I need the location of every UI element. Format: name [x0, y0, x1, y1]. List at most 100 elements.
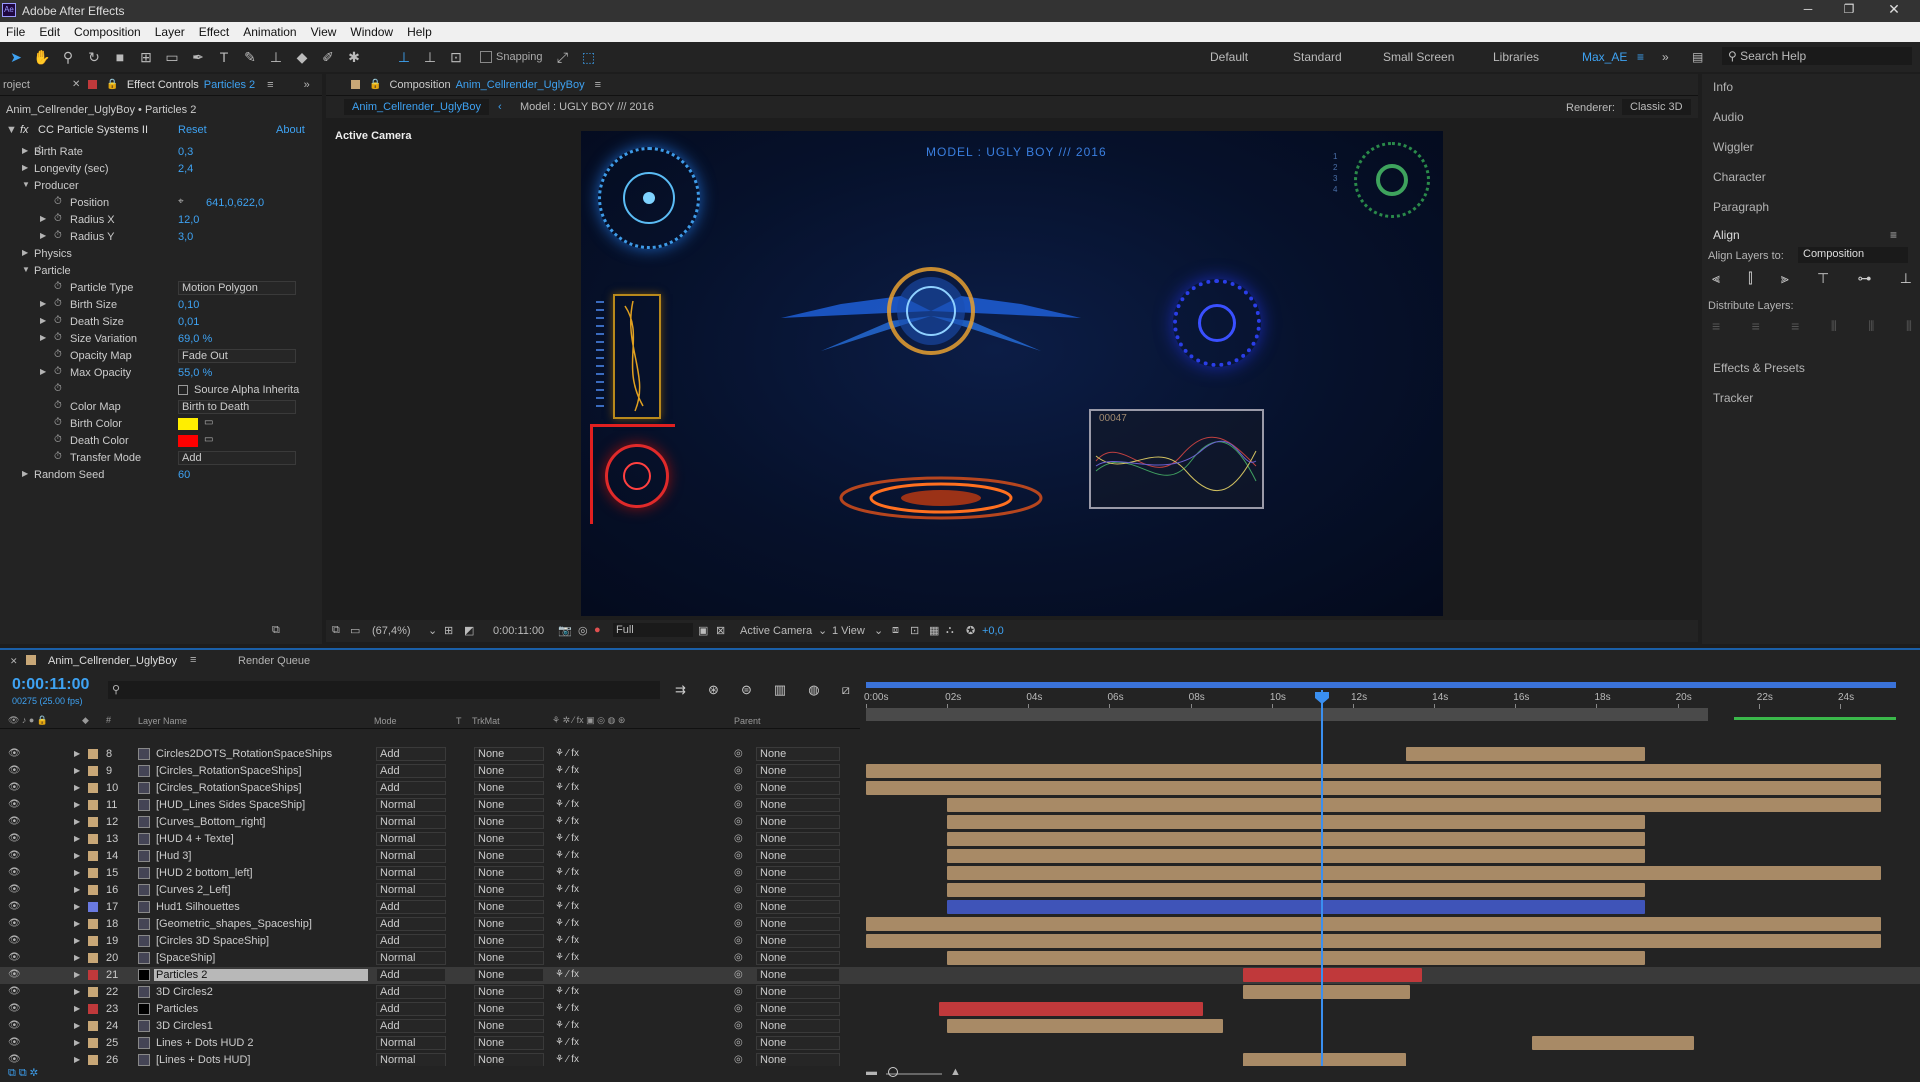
- layer-duration-bar[interactable]: [1243, 1053, 1406, 1067]
- pen-tool-icon[interactable]: ✒: [188, 47, 208, 67]
- maximize-button[interactable]: ❐: [1837, 2, 1861, 16]
- track-matte-dropdown[interactable]: None: [474, 832, 544, 846]
- timeline-menu-icon[interactable]: ≡: [190, 654, 196, 666]
- parent-dropdown[interactable]: None: [756, 1036, 840, 1050]
- workspace-max-ae[interactable]: Max_AE: [1582, 50, 1627, 64]
- parent-pickwhip-icon[interactable]: ◎: [734, 765, 743, 776]
- blend-mode-dropdown[interactable]: Normal: [376, 815, 446, 829]
- menu-file[interactable]: File: [6, 25, 25, 39]
- label-color-swatch[interactable]: [88, 1038, 98, 1048]
- blend-mode-dropdown[interactable]: Normal: [376, 798, 446, 812]
- expand-arrow-icon[interactable]: ▼: [6, 124, 17, 136]
- comp-subtab[interactable]: Anim_Cellrender_UglyBoy: [344, 99, 490, 115]
- expand-arrow-icon[interactable]: ▶: [74, 868, 80, 877]
- layer-duration-bar[interactable]: [866, 764, 1881, 778]
- expand-arrow-icon[interactable]: ▶: [40, 214, 46, 223]
- visibility-eye-icon[interactable]: 👁: [8, 1020, 21, 1031]
- fx-icon[interactable]: fx: [20, 124, 29, 136]
- motion-blur-icon[interactable]: ◍: [808, 682, 819, 700]
- comp-mini-flowchart-icon[interactable]: ⇉: [675, 682, 686, 700]
- zoom-dropdown[interactable]: (67,4%): [372, 625, 411, 637]
- parent-dropdown[interactable]: None: [756, 934, 840, 948]
- layer-duration-bar[interactable]: [866, 934, 1881, 948]
- visibility-eye-icon[interactable]: 👁: [8, 833, 21, 844]
- layer-duration-bar[interactable]: [1243, 985, 1410, 999]
- expand-arrow-icon[interactable]: ▶: [74, 851, 80, 860]
- expand-arrow-icon[interactable]: ▶: [22, 146, 28, 155]
- region-icon[interactable]: ⧉: [332, 624, 340, 637]
- label-color-swatch[interactable]: [88, 834, 98, 844]
- switches-icons[interactable]: ⚘ ⁄ fx: [555, 1054, 579, 1065]
- draft-3d-icon[interactable]: ⊛: [708, 682, 719, 700]
- monitor-icon[interactable]: ▭: [350, 624, 360, 637]
- layer-name[interactable]: [Circles 3D SpaceShip]: [156, 935, 366, 947]
- blend-mode-dropdown[interactable]: Normal: [376, 1036, 446, 1050]
- distribute-vcenter-icon[interactable]: ≡: [1752, 318, 1760, 336]
- layer-name[interactable]: Circles2DOTS_RotationSpaceShips: [156, 748, 366, 760]
- stopwatch-icon[interactable]: ⏱: [54, 196, 62, 207]
- parent-pickwhip-icon[interactable]: ◎: [734, 969, 743, 980]
- effect-property-value[interactable]: Fade Out: [178, 349, 296, 363]
- align-title[interactable]: Align: [1713, 228, 1740, 242]
- stopwatch-icon[interactable]: ⏱: [54, 349, 62, 360]
- expand-arrow-icon[interactable]: ▶: [74, 817, 80, 826]
- blend-mode-dropdown[interactable]: Add: [376, 747, 446, 761]
- layer-row-21[interactable]: 👁 ▶ 21 Particles 2 Add None ⚘ ⁄ fx ◎ None: [0, 967, 1920, 984]
- distribute-top-icon[interactable]: ≡: [1712, 318, 1720, 336]
- safe-zones-icon[interactable]: ⊞: [444, 624, 453, 637]
- clone-stamp-tool-icon[interactable]: ⊥: [266, 47, 286, 67]
- layer-row-22[interactable]: 👁 ▶ 22 3D Circles2 Add None ⚘ ⁄ fx ◎ None: [0, 984, 1920, 1001]
- parent-pickwhip-icon[interactable]: ◎: [734, 1054, 743, 1065]
- layer-name[interactable]: [Curves 2_Left]: [156, 884, 366, 896]
- parent-dropdown[interactable]: None: [756, 883, 840, 897]
- layer-duration-bar[interactable]: [947, 832, 1646, 846]
- expand-arrow-icon[interactable]: ▶: [74, 919, 80, 928]
- label-color-swatch[interactable]: [88, 953, 98, 963]
- zoom-chevron-icon[interactable]: ⌄: [428, 624, 437, 637]
- layer-name[interactable]: Particles: [156, 1003, 366, 1015]
- reset-link[interactable]: Reset: [178, 124, 207, 136]
- effect-property-value[interactable]: Birth to Death: [178, 400, 296, 414]
- stopwatch-icon[interactable]: ⏱: [54, 383, 62, 394]
- layer-name[interactable]: 3D Circles1: [156, 1020, 366, 1032]
- expand-arrow-icon[interactable]: ▶: [40, 367, 46, 376]
- expand-arrow-icon[interactable]: ▶: [40, 299, 46, 308]
- parent-dropdown[interactable]: None: [756, 798, 840, 812]
- layer-row-15[interactable]: 👁 ▶ 15 [HUD 2 bottom_left] Normal None ⚘ ⁄ fx ◎…: [0, 865, 1920, 882]
- effect-property-value[interactable]: 0,01: [178, 316, 199, 328]
- effect-property-value[interactable]: Add: [178, 451, 296, 465]
- switches-icons[interactable]: ⚘ ⁄ fx: [555, 833, 579, 844]
- effect-controls-tab[interactable]: Effect Controls: [127, 79, 199, 91]
- label-color-swatch[interactable]: [88, 885, 98, 895]
- stopwatch-icon[interactable]: ⏱: [54, 366, 62, 377]
- effect-property-value[interactable]: 69,0 %: [178, 333, 212, 345]
- expand-arrow-icon[interactable]: ▶: [74, 1004, 80, 1013]
- panel-expand-icon[interactable]: »: [304, 79, 310, 91]
- visibility-eye-icon[interactable]: 👁: [8, 935, 21, 946]
- blend-mode-dropdown[interactable]: Add: [376, 900, 446, 914]
- layer-name[interactable]: Particles 2: [154, 969, 368, 981]
- timeline-tab[interactable]: Anim_Cellrender_UglyBoy: [48, 655, 177, 667]
- snap-option-icon[interactable]: ⤢: [553, 47, 573, 67]
- blend-mode-dropdown[interactable]: Normal: [376, 849, 446, 863]
- layer-name[interactable]: 3D Circles2: [156, 986, 366, 998]
- switches-icons[interactable]: ⚘ ⁄ fx: [555, 850, 579, 861]
- layer-duration-bar[interactable]: [1531, 1036, 1694, 1050]
- minimize-button[interactable]: ─: [1796, 2, 1820, 16]
- expand-arrow-icon[interactable]: ▶: [74, 800, 80, 809]
- world-axis-icon[interactable]: ⊥: [420, 47, 440, 67]
- expand-arrow-icon[interactable]: ▼: [22, 180, 30, 189]
- flowchart-icon[interactable]: ⛬: [946, 624, 954, 637]
- about-link[interactable]: About: [276, 124, 305, 136]
- stopwatch-icon[interactable]: ⏱: [54, 417, 62, 428]
- effect-controls-layer[interactable]: Particles 2: [204, 79, 255, 91]
- zoom-tool-icon[interactable]: ⚲: [58, 47, 78, 67]
- show-snapshot-icon[interactable]: ◎: [578, 624, 588, 637]
- birth-color-swatch[interactable]: [178, 418, 198, 430]
- zoom-slider-knob-icon[interactable]: [888, 1067, 898, 1077]
- parent-pickwhip-icon[interactable]: ◎: [734, 782, 743, 793]
- layer-duration-bar[interactable]: [947, 883, 1646, 897]
- menu-view[interactable]: View: [311, 25, 337, 39]
- playhead-line[interactable]: [1321, 690, 1323, 1072]
- switches-icons[interactable]: ⚘ ⁄ fx: [555, 935, 579, 946]
